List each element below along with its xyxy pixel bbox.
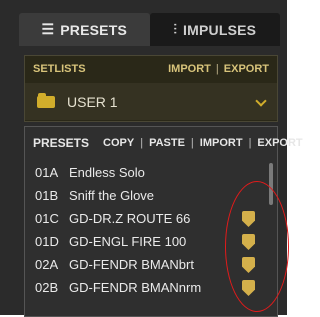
preset-id: 01D	[35, 233, 59, 249]
preset-id: 01B	[35, 187, 59, 203]
setlists-import-button[interactable]: IMPORT	[168, 63, 211, 75]
separator: |	[140, 137, 144, 149]
paste-button[interactable]: PASTE	[149, 137, 185, 149]
setlists-actions: IMPORT | EXPORT	[168, 63, 269, 75]
presets-panel: ☰ PRESETS ⫶ IMPULSES SETLISTS IMPORT | E…	[0, 0, 303, 317]
copy-button[interactable]: COPY	[103, 137, 134, 149]
presets-import-button[interactable]: IMPORT	[200, 137, 243, 149]
setlists-section: SETLISTS IMPORT | EXPORT USER 1	[24, 55, 278, 122]
preset-id: 01A	[35, 164, 59, 180]
preset-name: GD-FENDR BMANnrm	[69, 279, 202, 295]
preset-id: 01C	[35, 210, 59, 226]
separator: |	[190, 137, 194, 149]
list-item[interactable]: 01A Endless Solo	[25, 161, 277, 183]
presets-header: PRESETS COPY | PASTE | IMPORT | EXPORT	[25, 127, 303, 159]
setlists-export-button[interactable]: EXPORT	[224, 63, 269, 75]
presets-export-button[interactable]: EXPORT	[257, 137, 302, 149]
tab-presets[interactable]: ☰ PRESETS	[19, 13, 150, 46]
preset-name: GD-DR.Z ROUTE 66	[69, 210, 191, 226]
preset-name: GD-FENDR BMANbrt	[69, 256, 194, 272]
tab-impulses-label: IMPULSES	[183, 21, 257, 38]
preset-name: Endless Solo	[69, 164, 145, 180]
presets-title: PRESETS	[33, 136, 90, 150]
list-icon: ☰	[41, 21, 55, 37]
setlist-selector[interactable]: USER 1	[25, 83, 277, 120]
preset-name: GD-ENGL FIRE 100	[69, 233, 187, 249]
tab-impulses[interactable]: ⫶ IMPULSES	[149, 13, 280, 46]
tab-presets-label: PRESETS	[60, 21, 128, 38]
tab-bar: ☰ PRESETS ⫶ IMPULSES	[19, 13, 280, 46]
chevron-down-icon[interactable]	[255, 97, 265, 107]
separator: |	[215, 63, 219, 75]
setlists-title: SETLISTS	[33, 63, 86, 75]
preset-id: 02B	[35, 279, 59, 295]
red-annotation-ellipse	[225, 181, 289, 312]
folder-icon	[37, 92, 55, 108]
preset-id: 02A	[35, 256, 59, 272]
preset-name: Sniff the Glove	[69, 187, 155, 203]
setlists-header: SETLISTS IMPORT | EXPORT	[25, 56, 277, 82]
impulses-icon: ⫶	[173, 21, 178, 37]
separator: |	[248, 137, 252, 149]
setlist-selected: USER 1	[67, 93, 118, 110]
